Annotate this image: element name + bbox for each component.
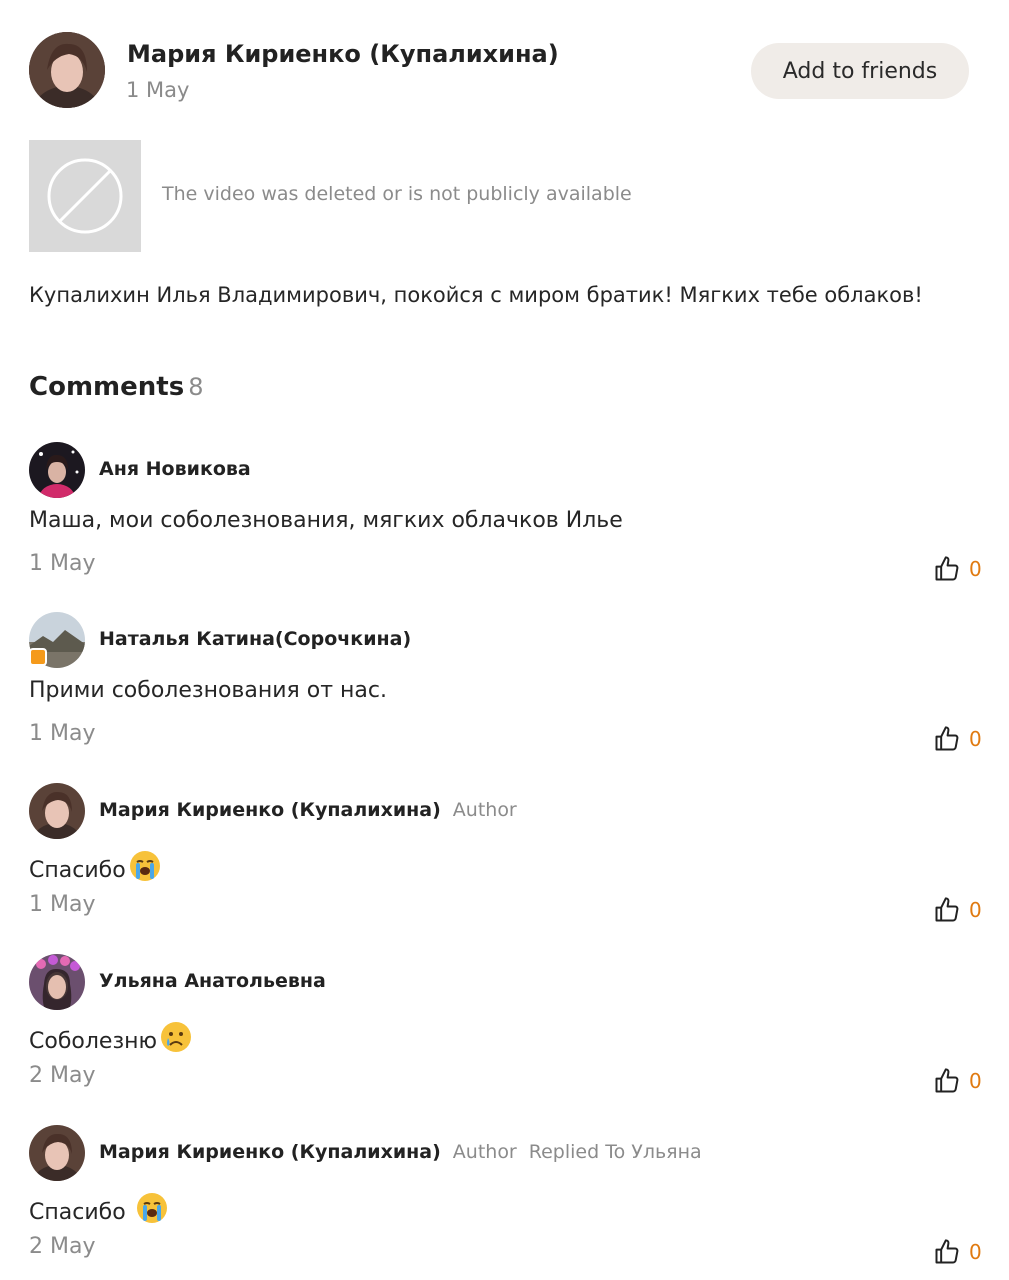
like-count: 0: [969, 727, 982, 751]
like-count: 0: [969, 898, 982, 922]
like-button[interactable]: 0: [933, 1237, 982, 1267]
comment-date: 2 May: [29, 1234, 96, 1259]
loudly-crying-face-icon: [136, 1193, 167, 1223]
comment-text: Соболезню: [29, 1020, 193, 1054]
comment-date: 1 May: [29, 721, 96, 746]
avatar-photo-icon: [29, 954, 85, 1010]
post-text: Купалихин Илья Владимирович, покойся с м…: [29, 283, 923, 307]
avatar-photo-icon: [29, 32, 105, 108]
thumbs-up-icon: [935, 1239, 959, 1264]
comment-author[interactable]: Аня Новикова: [99, 458, 251, 480]
comment-date: 1 May: [29, 892, 96, 917]
post-date: 1 May: [126, 78, 190, 102]
post-header: Мария Кириенко (Купалихина) 1 May Add to…: [29, 32, 979, 112]
post-author-name[interactable]: Мария Кириенко (Купалихина): [127, 40, 559, 68]
like-button[interactable]: 0: [933, 724, 982, 754]
comment-author-line: Мария Кириенко (Купалихина) Author Replied…: [99, 1141, 702, 1163]
crying-face-icon: [161, 1022, 192, 1052]
comment-text: Маша, мои соболезнования, мягких облачко…: [29, 508, 623, 533]
online-badge-icon: [29, 648, 47, 666]
comment-author-line: Мария Кириенко (Купалихина) Author: [99, 799, 517, 821]
comment-author-line: Аня Новикова: [99, 458, 251, 480]
like-button[interactable]: 0: [933, 895, 982, 925]
comment-author[interactable]: Наталья Катина(Сорочкина): [99, 628, 411, 650]
author-tag: Author: [452, 799, 517, 821]
like-count: 0: [969, 557, 982, 581]
comment-text-value: Соболезню: [29, 1029, 158, 1054]
comment-text-value: Спасибо: [29, 858, 126, 883]
like-button[interactable]: 0: [933, 554, 982, 584]
add-to-friends-button[interactable]: Add to friends: [751, 43, 969, 99]
thumbs-up-icon: [935, 556, 959, 581]
commenter-avatar[interactable]: [29, 1125, 85, 1181]
comment-date: 2 May: [29, 1063, 96, 1088]
comment-author-line: Ульяна Анатольевна: [99, 970, 326, 992]
author-tag: Author: [452, 1141, 517, 1163]
loudly-crying-face-icon: [129, 851, 160, 881]
comment-author[interactable]: Мария Кириенко (Купалихина): [99, 1141, 441, 1163]
comment-item: Наталья Катина(Сорочкина) Прими соболезн…: [29, 612, 989, 772]
video-unavailable-message: The video was deleted or is not publicly…: [162, 183, 632, 205]
comment-author[interactable]: Ульяна Анатольевна: [99, 970, 326, 992]
comment-text: Спасибо: [29, 1191, 169, 1225]
comment-date: 1 May: [29, 551, 96, 576]
thumbs-up-icon: [935, 1068, 959, 1093]
comment-author[interactable]: Мария Кириенко (Купалихина): [99, 799, 441, 821]
reply-to-label[interactable]: Replied To Ульяна: [529, 1141, 702, 1163]
avatar-photo-icon: [29, 442, 85, 498]
video-thumbnail: [29, 140, 141, 252]
comment-author-line: Наталья Катина(Сорочкина): [99, 628, 411, 650]
comment-item: Мария Кириенко (Купалихина) Author Спасиб…: [29, 783, 989, 943]
comment-text: Прими соболезнования от нас.: [29, 678, 387, 703]
thumbs-up-icon: [935, 897, 959, 922]
like-count: 0: [969, 1069, 982, 1093]
avatar-photo-icon: [29, 1125, 85, 1181]
comment-item: Аня Новикова Маша, мои соболезнования, м…: [29, 442, 989, 602]
comments-heading: Comments 8: [29, 372, 203, 402]
avatar-photo-icon: [29, 783, 85, 839]
video-attachment: The video was deleted or is not publicly…: [29, 140, 929, 252]
like-count: 0: [969, 1240, 982, 1264]
comments-count: 8: [188, 373, 204, 401]
author-avatar[interactable]: [29, 32, 105, 108]
commenter-avatar[interactable]: [29, 442, 85, 498]
commenter-avatar[interactable]: [29, 783, 85, 839]
comment-text-value: Спасибо: [29, 1200, 133, 1225]
comments-title: Comments: [29, 372, 185, 402]
comment-item: Ульяна Анатольевна Соболезню 2 May 0: [29, 954, 989, 1114]
comment-item: Мария Кириенко (Купалихина) Author Replied…: [29, 1125, 989, 1280]
commenter-avatar[interactable]: [29, 954, 85, 1010]
thumbs-up-icon: [935, 726, 959, 751]
unavailable-icon: [47, 158, 123, 234]
comment-text: Спасибо: [29, 849, 162, 883]
like-button[interactable]: 0: [933, 1066, 982, 1096]
